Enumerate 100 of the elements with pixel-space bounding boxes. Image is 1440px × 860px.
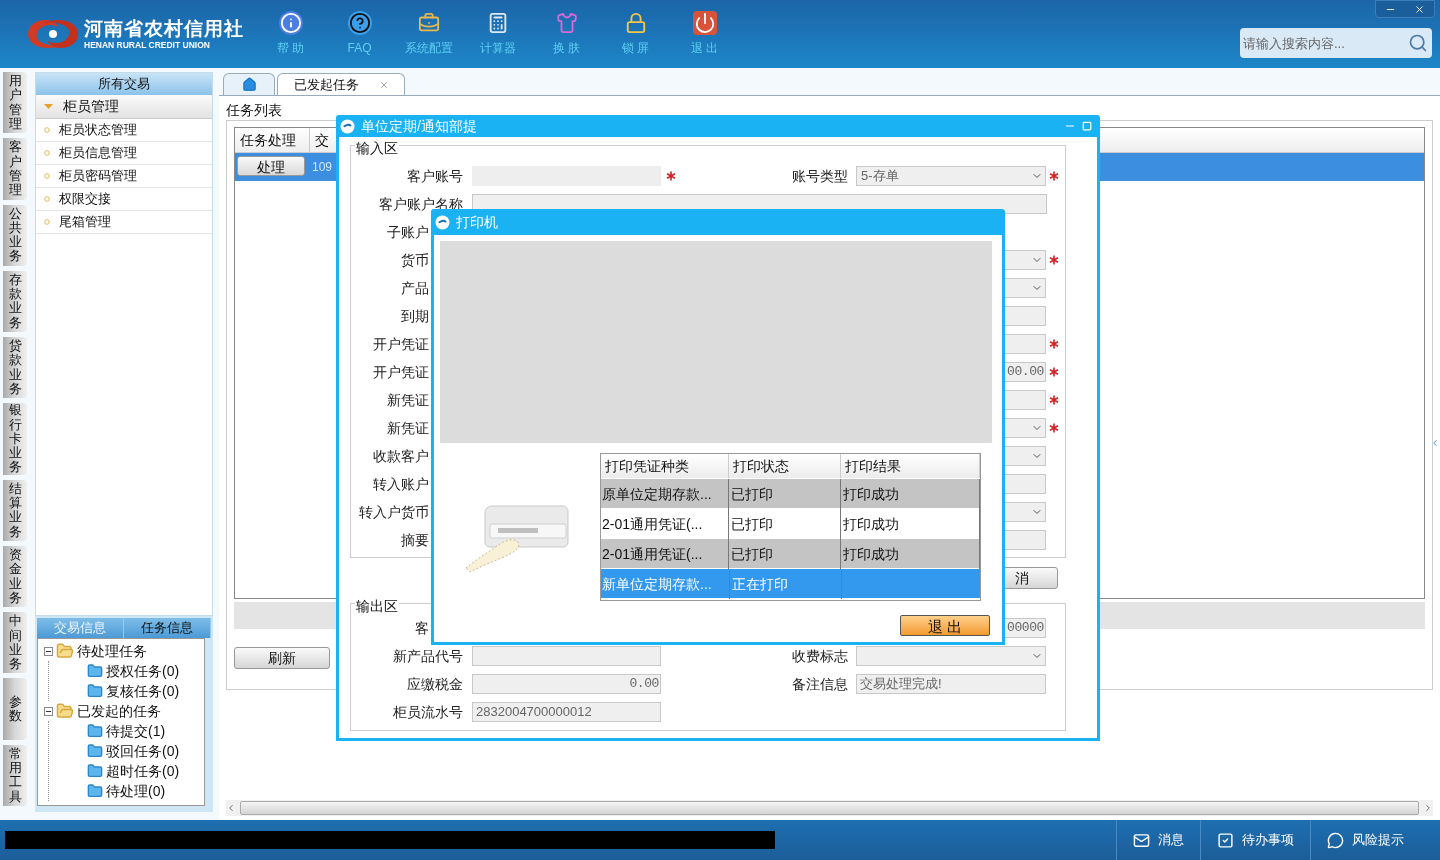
field-label: 新凭证 (387, 390, 429, 410)
nav-tab[interactable]: 客户管理 (3, 138, 27, 200)
dropdown-field[interactable] (856, 646, 1046, 666)
menu-item[interactable]: 柜员状态管理 (59, 120, 137, 140)
logo-title: 河南省农村信用社 (84, 18, 244, 38)
search-icon (1408, 33, 1428, 53)
input-field[interactable]: 0.00 (472, 674, 661, 694)
field-label: 收款客户 (373, 446, 429, 466)
scroll-left-icon[interactable] (226, 803, 236, 813)
table-row[interactable]: 2-01通用凭证(... 已打印 打印成功 (601, 508, 980, 538)
nav-tab[interactable]: 结算业务 (3, 479, 27, 541)
field-label: 转入户货币 (359, 502, 429, 522)
field-label: 开户凭证 (373, 362, 429, 382)
tree-item[interactable]: 待处理(0) (106, 780, 166, 802)
tree-item[interactable]: 驳回任务(0) (106, 740, 180, 762)
field-label: 客户账号 (407, 166, 463, 186)
collapse-icon[interactable] (44, 646, 53, 656)
nav-tab[interactable]: 贷款业务 (3, 337, 27, 399)
logo-icon (26, 17, 80, 51)
bullet-icon (44, 127, 50, 133)
shirt-icon (554, 11, 579, 35)
help-icon (347, 11, 372, 35)
page-tab[interactable]: 已发起任务 (277, 73, 405, 95)
table-cell: 新单位定期存款... (601, 568, 730, 599)
folder-icon (87, 683, 103, 699)
app-icon (435, 214, 450, 230)
nav-tab[interactable]: 常用工具 (3, 744, 27, 806)
field-label: 摘要 (401, 530, 429, 550)
menu-item[interactable]: 尾箱管理 (59, 212, 111, 232)
search-field[interactable]: 请输入搜索内容... (1240, 28, 1432, 58)
logo-subtitle: HENAN RURAL CREDIT UNION (84, 40, 211, 50)
close-icon[interactable] (1414, 3, 1425, 15)
exit-button[interactable]: 退 出 (900, 615, 990, 636)
nav-tab[interactable]: 参数 (3, 678, 27, 740)
bullet-icon (44, 173, 50, 179)
bullet-icon (44, 196, 50, 202)
scroll-right-icon[interactable] (1423, 803, 1433, 813)
nav-tab[interactable]: 公共业务 (3, 204, 27, 266)
folder-icon (56, 642, 74, 660)
dropdown-field[interactable]: 5-存单 (856, 166, 1046, 186)
app-icon (340, 118, 355, 134)
field-label: 新产品代号 (393, 646, 463, 666)
field-label: 账号类型 (792, 166, 848, 186)
menu-group[interactable]: 柜员管理 (36, 95, 212, 119)
menu-item[interactable]: 权限交接 (59, 189, 111, 209)
refresh-button[interactable]: 刷新 (234, 647, 330, 669)
input-field[interactable]: 2832004700000012 (472, 702, 661, 722)
status-button[interactable]: 风险提示 (1310, 820, 1420, 860)
bullet-icon (44, 150, 50, 156)
collapse-icon[interactable] (44, 706, 53, 716)
input-field[interactable] (472, 646, 661, 666)
field-label: 产品 (401, 278, 429, 298)
mail-icon (1133, 831, 1150, 849)
folder-icon (87, 723, 103, 739)
maximize-icon[interactable] (1082, 121, 1092, 131)
field-label: 开户凭证 (373, 334, 429, 354)
chat-icon (1327, 831, 1344, 849)
nav-tab[interactable]: 存款业务 (3, 270, 27, 332)
checkbox-icon (1217, 831, 1234, 849)
home-tab[interactable] (223, 73, 275, 95)
field-label: 柜员流水号 (393, 702, 463, 722)
tree-item[interactable]: 复核任务(0) (106, 680, 180, 702)
column-header: 任务处理 (235, 128, 310, 152)
field-label: 客 (415, 618, 429, 638)
folder-icon (87, 763, 103, 779)
process-button[interactable]: 处理 (237, 156, 305, 176)
tree-item[interactable]: 超时任务(0) (106, 760, 180, 782)
folder-icon (56, 702, 74, 720)
tree-item[interactable]: 已发起的任务 (77, 700, 161, 722)
collapse-panel-icon[interactable] (1430, 438, 1440, 448)
tree-item[interactable]: 授权任务(0) (106, 660, 180, 682)
status-button[interactable]: 待办事项 (1200, 820, 1310, 860)
table-cell: 正在打印 (730, 568, 842, 599)
field-label: 货币 (401, 250, 429, 270)
tree-item[interactable]: 待处理任务 (77, 640, 147, 662)
info-icon (278, 11, 303, 35)
menu-item[interactable]: 柜员信息管理 (59, 143, 137, 163)
nav-tab[interactable]: 资金业务 (3, 546, 27, 608)
field-label: 备注信息 (792, 674, 848, 694)
nav-tab[interactable]: 银行卡业务 (3, 403, 27, 475)
folder-icon (87, 783, 103, 799)
nav-tab[interactable]: 用户管理 (3, 72, 27, 134)
field-label: 应缴税金 (407, 674, 463, 694)
folder-icon (87, 663, 103, 679)
close-icon[interactable] (378, 79, 389, 90)
power-icon (692, 11, 717, 35)
status-button[interactable]: 消息 (1116, 820, 1200, 860)
field-label: 新凭证 (387, 418, 429, 438)
bullet-icon (44, 219, 50, 225)
field-label: 收费标志 (792, 646, 848, 666)
nav-tab[interactable]: 中间业务 (3, 612, 27, 674)
table-row[interactable]: 2-01通用凭证(... 已打印 打印成功 (601, 538, 980, 568)
input-field[interactable]: 交易处理完成! (856, 674, 1046, 694)
tree-item[interactable]: 待提交(1) (106, 720, 166, 742)
menu-item[interactable]: 柜员密码管理 (59, 166, 137, 186)
table-row[interactable]: 原单位定期存款... 已打印 打印成功 (601, 478, 980, 508)
horizontal-scrollbar[interactable] (226, 800, 1433, 816)
info-tab[interactable]: 任务信息 (124, 618, 211, 638)
field-label: 转入账户 (373, 474, 429, 494)
folder-icon (87, 743, 103, 759)
